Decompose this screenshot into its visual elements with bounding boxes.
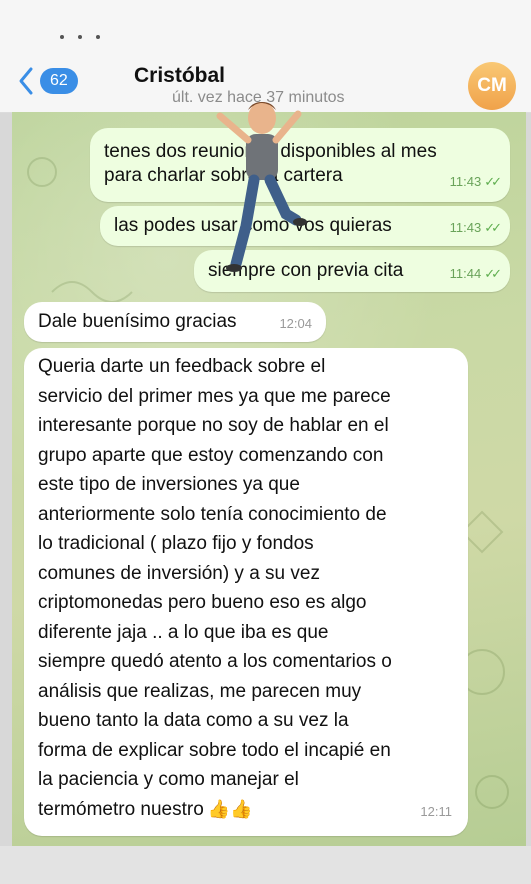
message-text: Queria darte un feedback sobre el servic…	[38, 352, 392, 824]
message-time: 11:43	[449, 220, 482, 235]
message-time: 12:04	[279, 316, 312, 331]
message-incoming[interactable]: Dale buenísimo gracias 12:04	[24, 302, 326, 342]
message-meta: 11:43 ✓✓	[449, 170, 502, 194]
double-check-icon: ✓✓	[484, 266, 502, 281]
message-meta: 12:11	[420, 800, 452, 824]
message-meta: 11:43 ✓✓	[449, 216, 502, 240]
message-text: Dale buenísimo gracias	[38, 311, 237, 332]
back-chevron-icon	[19, 67, 33, 95]
message-time: 11:43	[449, 174, 482, 189]
contact-name[interactable]: Cristóbal	[134, 64, 225, 88]
thumbs-up-emoji: 👍👍	[207, 798, 253, 819]
message-meta: 11:44 ✓✓	[449, 262, 502, 286]
message-incoming[interactable]: Queria darte un feedback sobre el servic…	[24, 348, 468, 836]
contact-avatar[interactable]: CM	[468, 62, 516, 110]
message-meta: 12:04	[279, 312, 312, 336]
status-indicator	[60, 26, 150, 39]
dancing-avatar-sticker	[216, 102, 307, 272]
message-time: 12:11	[420, 804, 452, 819]
message-time: 11:44	[449, 266, 482, 281]
double-check-icon: ✓✓	[484, 174, 502, 189]
back-button[interactable]: 62	[18, 66, 78, 96]
double-check-icon: ✓✓	[484, 220, 502, 235]
bottom-bar	[0, 846, 531, 884]
message-body: Queria darte un feedback sobre el servic…	[38, 356, 392, 820]
unread-count-badge: 62	[40, 68, 78, 94]
